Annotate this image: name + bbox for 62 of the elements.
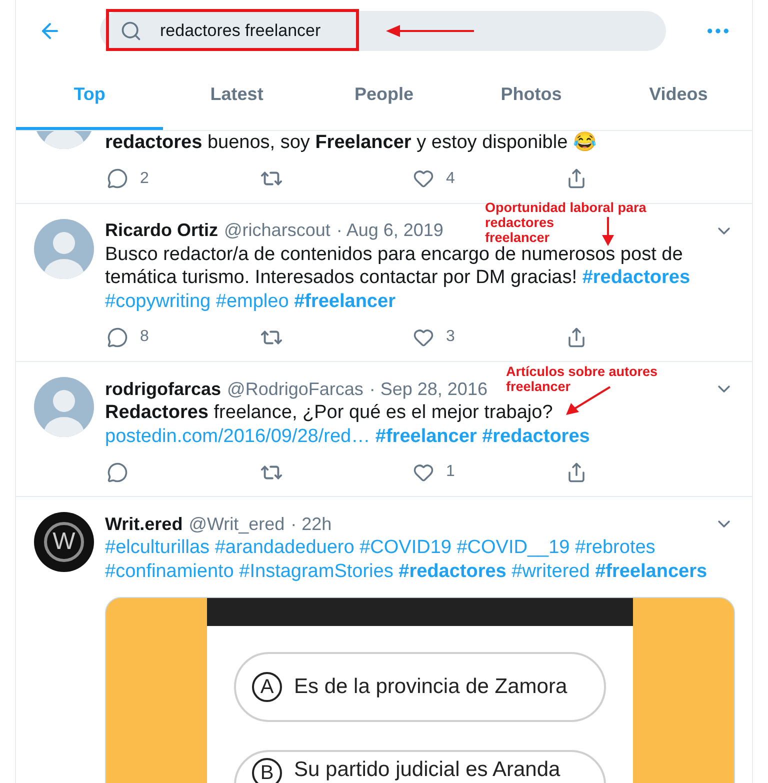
tweet-date: · 22h [290,514,332,534]
like-count: 1 [446,463,455,481]
annotation-text: redactores [485,214,554,230]
tweet-date: · Aug 6, 2019 [336,220,444,241]
user-handle: @RodrigoFarcas [227,378,364,400]
hashtag-link[interactable]: #InstagramStories [239,560,394,582]
annotation-text: freelancer [506,379,571,394]
hashtag-link[interactable]: #copywriting [105,290,211,312]
tweet-text: Redactores freelance, ¿Por qué es el mejor trabajo? postedin.com/2016/09/28/red… #freelancer #redactores [105,401,591,448]
share-icon[interactable] [566,326,587,348]
hashtag-link[interactable]: #freelancers [595,560,708,582]
annotation-arrow [601,216,615,246]
avatar-letter: W [44,522,84,562]
media-card[interactable]: A Es de la provincia de Zamora B Su partido judicial es Aranda [105,597,735,783]
like-icon[interactable] [413,462,434,482]
hashtag-link[interactable]: #COVID19 [360,537,452,558]
hashtag-link[interactable]: #rebrotes [575,537,656,558]
user-name[interactable]: Ricardo Ortiz [105,220,218,241]
user-name[interactable]: Writ.ered [105,514,183,534]
reply-count: 8 [140,328,149,346]
reply-count: 2 [140,170,149,188]
hashtag-link[interactable]: #empleo [216,290,289,312]
option-letter: B [252,758,282,783]
option-letter: A [252,672,282,702]
hashtag-link[interactable]: #redactores [398,560,506,582]
search-icon [120,20,142,42]
tab[interactable]: Photos [458,62,605,130]
option-text: Su partido judicial es Aranda [294,758,560,782]
hashtag-link[interactable]: #freelancer [375,426,477,446]
hashtag-link[interactable]: #arandadeduero [214,537,354,558]
hashtag-link[interactable]: #confinamiento [105,560,234,582]
hashtag-link[interactable]: #redactores [482,426,590,446]
tab[interactable]: Videos [604,62,752,130]
reply-icon[interactable] [107,326,128,348]
user-handle: @Writ_ered [188,514,285,534]
annotation-text: Artículos sobre autores [506,364,658,379]
annotation-text: Oportunidad laboral para [485,200,646,214]
like-count: 3 [446,328,455,346]
user-name[interactable]: rodrigofarcas [105,378,222,400]
tweet-text: Busco redactor/a de contenidos para encargo de numerosos post de temática turismo. Interesados contactar por DM gracias! #redactores #copywriting #empleo #freelancer [105,242,692,313]
hashtag-link[interactable]: #freelancer [294,290,396,312]
tab[interactable]: Latest [163,62,310,130]
tweet-text: redactores buenos, soy Freelancer y estoy disponible 😂 [105,131,598,154]
hashtag-link[interactable]: #elculturillas [105,537,210,558]
annotation-text: freelancer [485,230,550,244]
like-icon[interactable] [413,326,434,348]
reply-icon[interactable] [107,462,128,482]
avatar[interactable]: W [34,512,94,572]
like-count: 4 [446,170,455,188]
option-text: Es de la provincia de Zamora [294,675,568,699]
share-icon[interactable] [566,168,587,189]
hashtag-link[interactable]: #writered [512,560,590,582]
tweet-date: · Sep 28, 2016 [369,378,488,400]
url-link[interactable]: postedin.com/2016/09/28/red… [105,426,370,446]
user-handle: @richarscout [224,220,330,241]
share-icon[interactable] [566,462,587,482]
hashtag-link[interactable]: #COVID__19 [456,537,570,558]
like-icon[interactable] [413,168,434,189]
search-field[interactable]: redactores freelancer [100,11,666,51]
hashtag-link[interactable]: #redactores [582,267,690,288]
reply-icon[interactable] [107,168,128,189]
tab[interactable]: People [310,62,458,130]
